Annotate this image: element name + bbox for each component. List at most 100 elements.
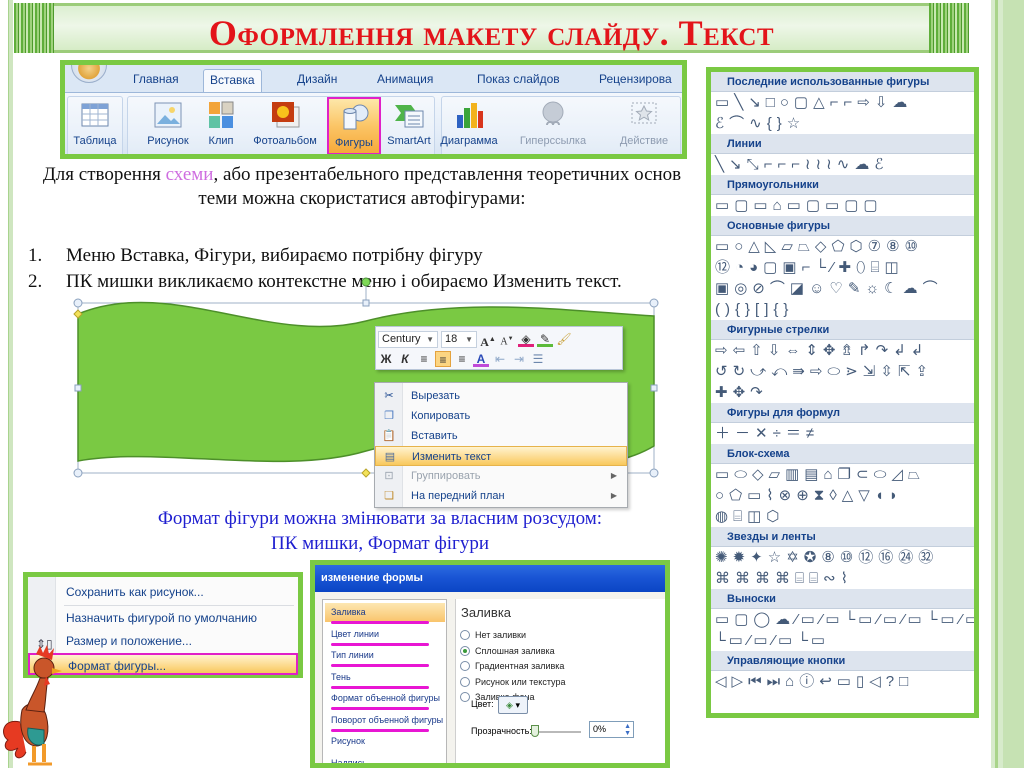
shape-icon[interactable]: ↺: [715, 363, 731, 380]
shape-icon[interactable]: ≠: [806, 425, 817, 442]
rotation-handle[interactable]: [361, 277, 371, 287]
shape-icon[interactable]: ⌸: [870, 259, 882, 276]
shape-icon[interactable]: ㉔: [898, 549, 916, 566]
shape-icon[interactable]: ≀: [816, 156, 825, 173]
shape-icon[interactable]: ⌂: [785, 673, 797, 690]
shape-icon[interactable]: ⌐: [830, 94, 842, 111]
shape-icon[interactable]: ▭: [715, 238, 732, 255]
shape-icon[interactable]: ⇳: [880, 363, 896, 380]
shape-icon[interactable]: ⑯: [878, 549, 896, 566]
shape-icon[interactable]: ⌸: [733, 508, 745, 525]
shape-icon[interactable]: └▭: [715, 632, 746, 649]
shape-icon[interactable]: ⇩: [768, 342, 784, 359]
shape-icon[interactable]: ⌂: [823, 466, 835, 483]
bullets-icon[interactable]: ☰: [530, 351, 546, 367]
shape-icon[interactable]: ☁: [892, 94, 910, 111]
shape-icon[interactable]: ⁄▭: [877, 611, 900, 628]
shape-icon[interactable]: ⊘: [752, 280, 768, 297]
shape-icon[interactable]: ＋: [715, 425, 733, 442]
menu-item-group[interactable]: ⊡ Группировать ▶: [375, 466, 627, 486]
font-color-icon[interactable]: A: [473, 351, 489, 367]
shape-icon[interactable]: ○: [780, 94, 792, 111]
dialog-nav-item[interactable]: Надпись: [325, 754, 445, 764]
shape-icon[interactable]: ▢: [844, 197, 861, 214]
shape-icon[interactable]: ◪: [790, 280, 807, 297]
resize-handle-sw[interactable]: [73, 468, 83, 478]
line-color-icon[interactable]: ✎: [537, 331, 553, 347]
dialog-nav-item[interactable]: Цвет линии: [325, 625, 445, 646]
shape-icon[interactable]: ⤡: [747, 156, 762, 173]
shape-icon[interactable]: ⌐: [777, 156, 789, 173]
intro-accent-word[interactable]: схеми: [166, 164, 214, 185]
shape-icon[interactable]: ⬭: [734, 466, 750, 483]
shape-icon[interactable]: ⤺: [771, 363, 790, 380]
shape-icon[interactable]: ▭: [715, 611, 732, 628]
dialog-nav-item[interactable]: Рисунок: [325, 732, 445, 751]
shape-icon[interactable]: ○: [715, 487, 727, 504]
shape-icon[interactable]: ▭: [747, 487, 764, 504]
fill-option[interactable]: Сплошная заливка: [460, 643, 555, 659]
shape-icon[interactable]: ▱: [781, 238, 796, 255]
shape-icon[interactable]: ∿: [837, 156, 853, 173]
shape-icon[interactable]: ◎: [734, 280, 750, 297]
shape-icon[interactable]: ⑧: [821, 549, 837, 566]
menu-item-cut[interactable]: ✂ Вырезать: [375, 386, 627, 406]
shape-icon[interactable]: ⋗: [845, 363, 861, 380]
shape-icon[interactable]: ＝: [786, 425, 804, 442]
shape-icon[interactable]: ≀: [826, 156, 835, 173]
shape-icon[interactable]: ☾: [884, 280, 900, 297]
shape-icon[interactable]: ▢: [734, 197, 751, 214]
shape-icon[interactable]: ⬡: [766, 508, 782, 525]
radio-button[interactable]: [460, 676, 470, 687]
shape-icon[interactable]: ≀: [805, 156, 814, 173]
shape-icon[interactable]: ☁: [775, 611, 793, 628]
shape-icon[interactable]: ◿: [891, 466, 906, 483]
shape-icon[interactable]: ✺: [715, 549, 731, 566]
fill-color-dropdown[interactable]: ◈ ▾: [498, 696, 528, 714]
shape-icon[interactable]: [: [755, 301, 762, 318]
shape-icon[interactable]: ⬯: [856, 259, 868, 276]
shape-icon[interactable]: └▭: [845, 611, 876, 628]
shape-icon[interactable]: ?: [886, 673, 897, 690]
shape-icon[interactable]: └▭: [797, 632, 828, 649]
dialog-nav-item[interactable]: Заливка: [325, 603, 445, 624]
shape-icon[interactable]: ⬭: [874, 466, 890, 483]
tab-animation[interactable]: Анимация: [371, 69, 439, 92]
shape-icon[interactable]: ⇩: [875, 94, 891, 111]
shape-icon[interactable]: ⇪: [916, 363, 932, 380]
shape-icon[interactable]: ⌐: [764, 156, 776, 173]
decrease-indent-icon[interactable]: ⇤: [492, 351, 508, 367]
shape-icon[interactable]: ◇: [815, 238, 830, 255]
dialog-nav-item[interactable]: Тип линии: [325, 646, 445, 667]
shape-icon[interactable]: ▤: [804, 466, 821, 483]
shape-icon[interactable]: ▭: [753, 197, 770, 214]
transparency-input[interactable]: 0% ▲ ▼: [589, 721, 634, 738]
shape-icon[interactable]: ⁄▭: [960, 611, 974, 628]
shape-icon[interactable]: ▱: [769, 466, 784, 483]
photo-album-button[interactable]: Фотоальбом: [245, 97, 325, 154]
fill-option[interactable]: Нет заливки: [460, 627, 526, 643]
shape-icon[interactable]: ▭: [837, 673, 854, 690]
shape-icon[interactable]: ✚: [838, 259, 854, 276]
shape-icon[interactable]: ⌂: [773, 197, 785, 214]
shape-icon[interactable]: ⑩: [840, 549, 856, 566]
shape-icon[interactable]: ↩: [819, 673, 835, 690]
shape-icon[interactable]: }: [777, 115, 785, 132]
shape-icon[interactable]: ✕: [755, 425, 771, 442]
shape-icon[interactable]: ⏮: [748, 673, 765, 690]
shrink-font-icon[interactable]: A▼: [499, 331, 515, 347]
shape-icon[interactable]: ◯: [753, 611, 773, 628]
action-button[interactable]: Действие: [613, 97, 675, 154]
shape-icon[interactable]: ⊗: [779, 487, 795, 504]
shape-icon[interactable]: ⌒: [770, 280, 788, 297]
shape-icon[interactable]: ▢: [863, 197, 880, 214]
shape-icon[interactable]: ▭: [825, 197, 842, 214]
shape-icon[interactable]: ▥: [785, 466, 802, 483]
adjust-handle[interactable]: [361, 468, 371, 478]
shape-icon[interactable]: ☺: [809, 280, 827, 297]
italic-icon[interactable]: К: [397, 351, 413, 367]
menu-item-set-default-shape[interactable]: Назначить фигурой по умолчанию: [28, 607, 298, 629]
dialog-nav-item[interactable]: Формат объенной фигуры: [325, 689, 445, 710]
shape-icon[interactable]: ◇: [752, 466, 767, 483]
shape-icon[interactable]: ▽: [858, 487, 873, 504]
